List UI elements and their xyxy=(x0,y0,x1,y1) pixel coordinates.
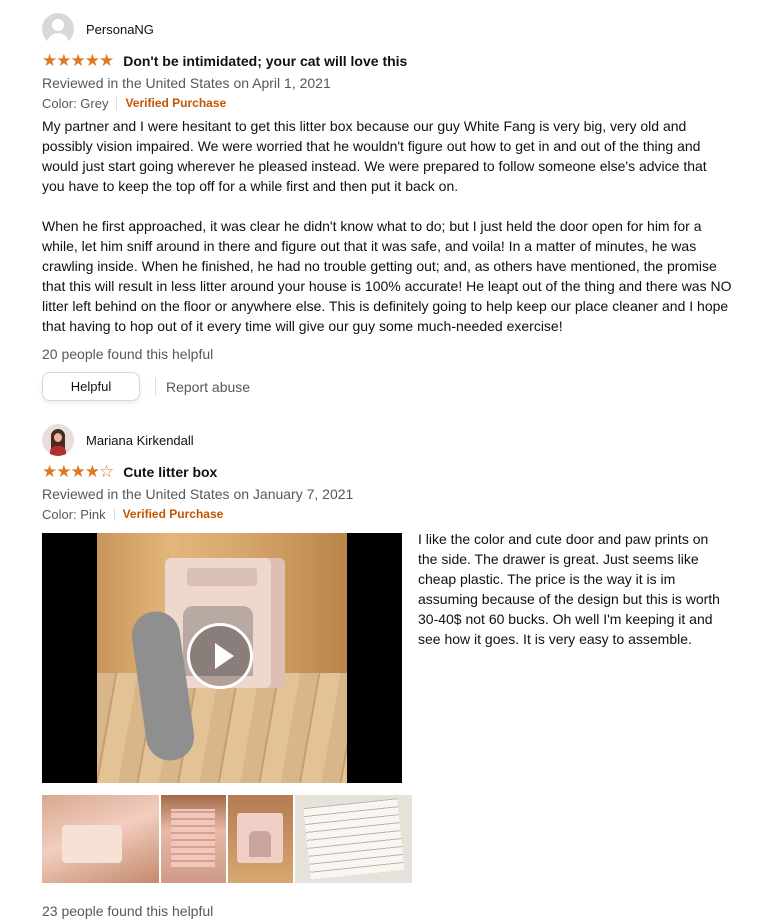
review-image-thumbnail[interactable] xyxy=(295,795,412,883)
avatar xyxy=(42,424,74,456)
review-body: My partner and I were hesitant to get th… xyxy=(42,116,732,336)
divider xyxy=(113,508,115,521)
review-card: PersonaNG ★★★★★ Don't be intimidated; yo… xyxy=(42,13,732,401)
product-variant[interactable]: Color: Grey xyxy=(42,93,108,114)
verified-purchase-badge[interactable]: Verified Purchase xyxy=(125,93,226,114)
divider xyxy=(116,97,118,110)
review-card: Mariana Kirkendall ★★★★☆ Cute litter box… xyxy=(42,424,732,921)
review-title[interactable]: Don't be intimidated; your cat will love… xyxy=(123,53,407,69)
reviewer-profile[interactable]: Mariana Kirkendall xyxy=(42,424,732,456)
star-rating-icon[interactable]: ★★★★★ xyxy=(42,52,114,70)
review-video-player[interactable] xyxy=(42,533,402,783)
review-title[interactable]: Cute litter box xyxy=(123,464,217,480)
default-avatar-icon xyxy=(42,13,74,45)
filled-stars: ★★★★ xyxy=(42,462,100,481)
product-variant[interactable]: Color: Pink xyxy=(42,504,106,525)
reviewer-profile[interactable]: PersonaNG xyxy=(42,13,732,45)
review-image-thumbnail[interactable] xyxy=(161,795,226,883)
report-abuse-link[interactable]: Report abuse xyxy=(166,379,250,395)
verified-purchase-badge[interactable]: Verified Purchase xyxy=(123,504,224,525)
review-image-thumbnail[interactable] xyxy=(42,795,159,883)
review-date: Reviewed in the United States on January… xyxy=(42,486,354,502)
review-body: I like the color and cute door and paw p… xyxy=(418,531,720,647)
play-icon[interactable] xyxy=(187,623,253,689)
helpful-button[interactable]: Helpful xyxy=(42,372,140,401)
helpful-count: 23 people found this helpful xyxy=(42,903,214,919)
reviewer-name[interactable]: PersonaNG xyxy=(86,22,154,37)
review-paragraph: My partner and I were hesitant to get th… xyxy=(42,118,707,194)
star-rating-icon[interactable]: ★★★★☆ xyxy=(42,462,114,481)
review-date: Reviewed in the United States on April 1… xyxy=(42,75,331,91)
review-paragraph: When he first approached, it was clear h… xyxy=(42,218,732,334)
empty-star: ☆ xyxy=(98,462,114,481)
review-image-gallery xyxy=(42,795,732,883)
helpful-count: 20 people found this helpful xyxy=(42,346,214,362)
review-image-thumbnail[interactable] xyxy=(228,795,293,883)
reviewer-name[interactable]: Mariana Kirkendall xyxy=(86,433,194,448)
divider xyxy=(155,377,156,396)
